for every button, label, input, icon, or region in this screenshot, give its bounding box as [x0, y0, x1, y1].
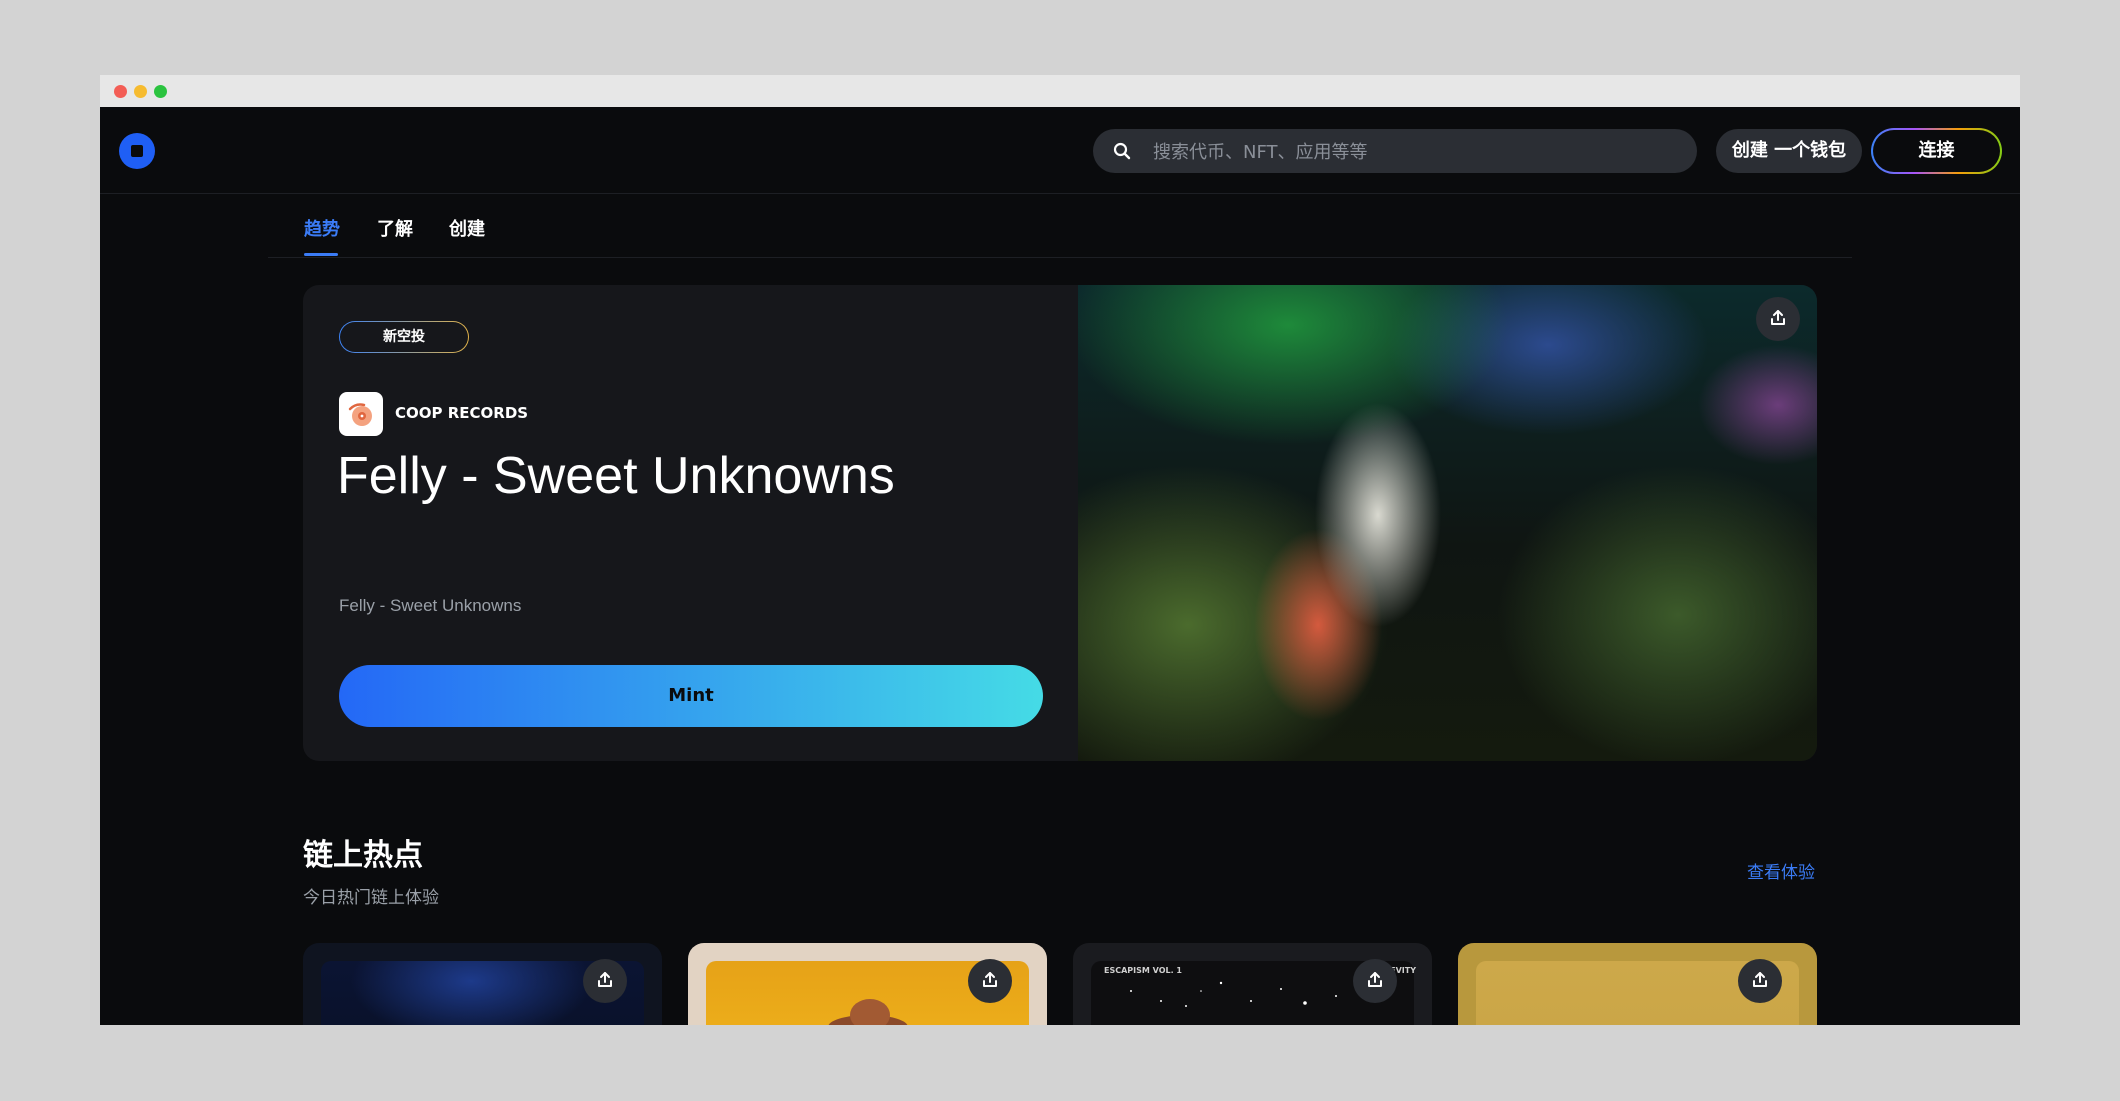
tab-create[interactable]: 创建 [449, 215, 485, 241]
creator-avatar[interactable] [339, 392, 383, 436]
share-button[interactable] [968, 959, 1012, 1003]
create-wallet-button[interactable]: 创建 一个钱包 [1716, 129, 1862, 173]
share-icon [1368, 972, 1382, 987]
onchain-section-title: 链上热点 [303, 838, 423, 873]
creator-name[interactable]: COOP RECORDS [395, 404, 528, 422]
tab-learn[interactable]: 了解 [377, 215, 413, 241]
share-icon [598, 972, 612, 987]
experience-card[interactable]: ESCAPISM VOL. 1 LEVITY [1073, 943, 1432, 1025]
close-window-button[interactable] [114, 85, 127, 98]
concert-photo [1078, 285, 1817, 761]
search-bar[interactable] [1093, 129, 1697, 175]
section-tabs: 趋势 了解 创建 [268, 193, 1852, 258]
active-tab-indicator [304, 253, 338, 256]
minimize-window-button[interactable] [134, 85, 147, 98]
drop-subtitle: Felly - Sweet Unknowns [339, 596, 522, 615]
experience-card[interactable] [303, 943, 662, 1025]
cowboy-hat-icon [828, 999, 908, 1025]
view-experiences-link[interactable]: 查看体验 [1747, 858, 1815, 883]
search-input[interactable] [1151, 129, 1685, 175]
search-icon [1113, 142, 1131, 160]
share-icon [1771, 310, 1785, 325]
share-icon [1753, 972, 1767, 987]
browser-window: 创建 一个钱包 连接 趋势 了解 创建 新空投 COOP RECORDS Fel… [100, 75, 2020, 1025]
new-drop-badge-label: 新空投 [340, 322, 468, 352]
top-navigation-bar: 创建 一个钱包 连接 [100, 107, 2020, 194]
share-button[interactable] [1738, 959, 1782, 1003]
zoom-window-button[interactable] [154, 85, 167, 98]
featured-drop-card[interactable]: 新空投 COOP RECORDS Felly - Sweet Unknowns … [303, 285, 1817, 761]
connect-button[interactable]: 连接 [1871, 128, 2002, 174]
share-button[interactable] [583, 959, 627, 1003]
share-button[interactable] [1756, 297, 1800, 341]
tab-trending[interactable]: 趋势 [304, 215, 340, 241]
mint-button[interactable]: Mint [339, 665, 1043, 727]
experience-card[interactable] [688, 943, 1047, 1025]
onchain-section-subtitle: 今日热门链上体验 [303, 888, 439, 908]
coinbase-logo-icon[interactable] [119, 133, 155, 169]
experience-card[interactable] [1458, 943, 1817, 1025]
vinyl-record-icon [348, 403, 372, 426]
connect-button-label: 连接 [1873, 130, 2000, 172]
window-titlebar [100, 75, 2020, 107]
drop-title: Felly - Sweet Unknowns [337, 447, 895, 505]
new-drop-badge: 新空投 [339, 321, 469, 353]
share-button[interactable] [1353, 959, 1397, 1003]
share-icon [983, 972, 997, 987]
